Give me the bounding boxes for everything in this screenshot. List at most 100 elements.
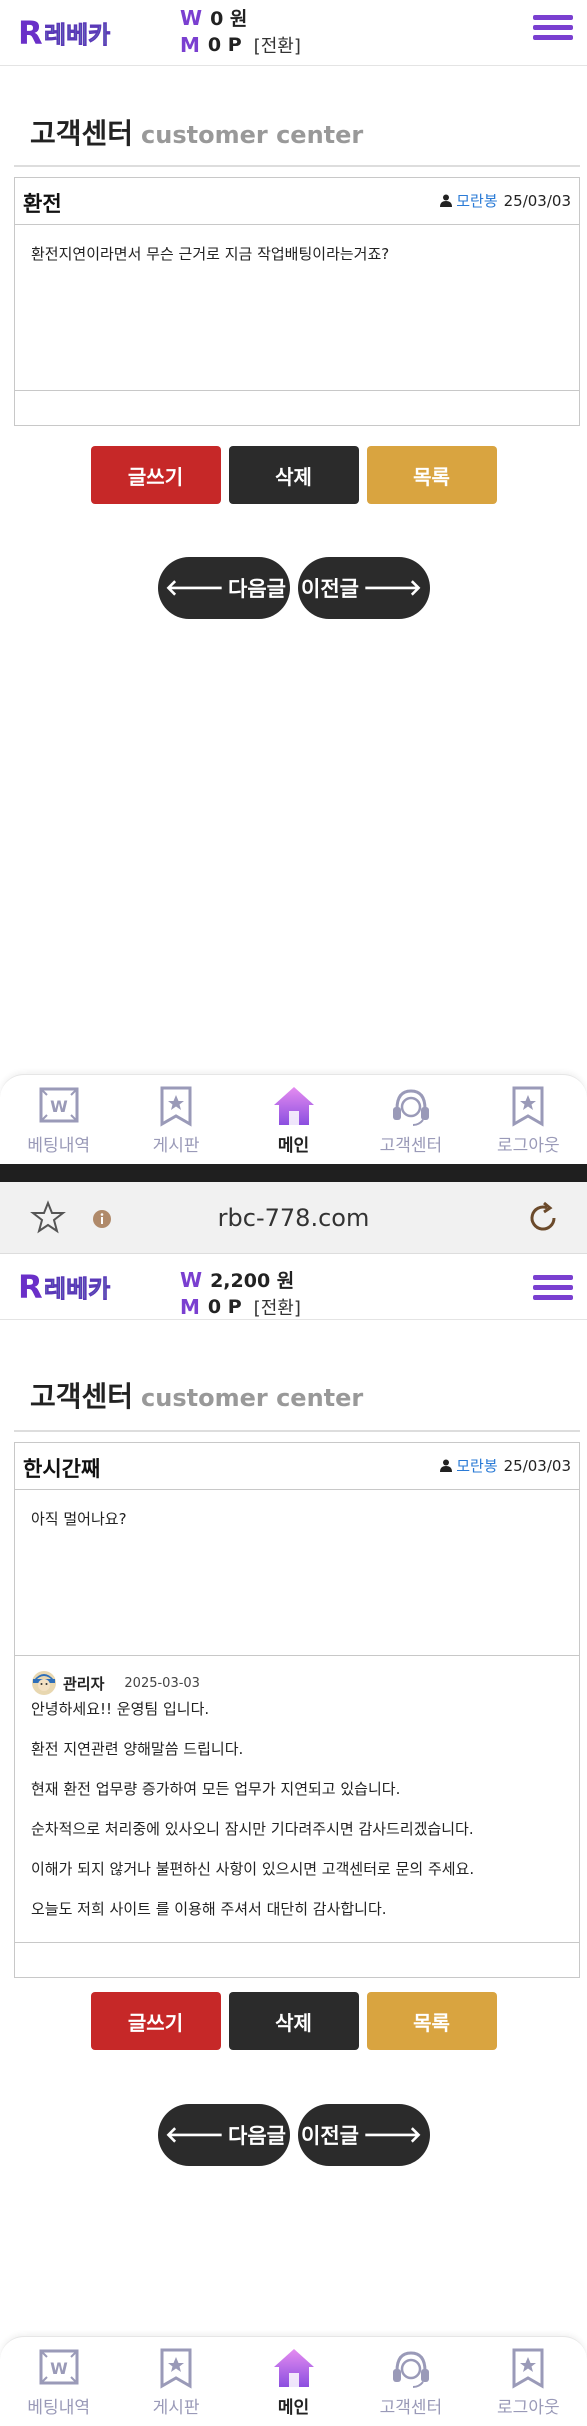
hamburger-menu-icon[interactable] (533, 1270, 573, 1310)
w-balance-row: W 2,200 원 (180, 1266, 294, 1293)
post-meta: 모란봉 25/03/03 (440, 1455, 571, 1476)
bottom-tab-bar: W 베팅내역 게시판 메인 고객센터 로그아웃 (0, 2336, 587, 2426)
site-logo[interactable]: R 레베카 (18, 1266, 148, 1308)
page-title-text: 고객센터 (30, 117, 134, 150)
second-header: R 레베카 W 2,200 원 M 0 P [전환] (0, 1254, 587, 1320)
tab-customer-center[interactable]: 고객센터 (352, 2337, 469, 2426)
w-currency-icon: W (180, 5, 203, 30)
tab-logout[interactable]: 로그아웃 (470, 1075, 587, 1164)
status-strip (0, 1164, 587, 1182)
arrow-right-icon: 🡒 (362, 2123, 422, 2148)
post-subject: 환전 (23, 192, 62, 216)
tab-board[interactable]: 게시판 (117, 2337, 234, 2426)
admin-avatar-icon (32, 1671, 56, 1695)
next-post-label: 다음글 (228, 2124, 286, 2148)
tab-label: 베팅내역 (27, 1136, 90, 1156)
hamburger-menu-icon[interactable] (533, 10, 573, 50)
url-text[interactable]: rbc-778.com (0, 1204, 587, 1232)
board-icon (160, 1086, 192, 1127)
tab-betting-history[interactable]: W 베팅내역 (0, 1075, 117, 1164)
reply-line: 순차적으로 처리중에 있사오니 잠시만 기다려주시면 감사드리겠습니다. (31, 1820, 474, 1838)
w-currency-icon: W (180, 1267, 203, 1292)
page-subtitle: customer center (141, 1384, 364, 1412)
headset-icon (392, 2351, 429, 2388)
post-subject: 한시간째 (23, 1457, 101, 1481)
m-balance-row: M 0 P [전환] (180, 32, 301, 58)
tab-label: 게시판 (152, 1136, 200, 1156)
write-button[interactable]: 글쓰기 (90, 446, 221, 504)
svg-text:R: R (18, 1268, 43, 1306)
m-balance-value: 0 P (207, 1296, 242, 1318)
tab-logout[interactable]: 로그아웃 (470, 2337, 587, 2426)
exchange-link[interactable]: [전환] (254, 1294, 301, 1320)
reply-line: 안녕하세요!! 운영팀 입니다. (31, 1700, 210, 1718)
list-button[interactable]: 목록 (366, 1992, 497, 2050)
tab-label: 게시판 (152, 2398, 200, 2418)
m-currency-icon: M (180, 1295, 200, 1319)
tab-label: 로그아웃 (497, 1136, 560, 1156)
browser-address-bar: rbc-778.com (0, 1182, 587, 1254)
bottom-tab-bar: W 베팅내역 게시판 메인 고객센터 로그아웃 (0, 1074, 587, 1164)
post-navigation: 🡐 다음글 이전글 🡒 (0, 557, 587, 619)
post-header: 한시간째 모란봉 25/03/03 (15, 1443, 579, 1490)
logout-icon (512, 2348, 544, 2389)
tab-label: 메인 (277, 2398, 310, 2418)
next-post-button[interactable]: 🡐 다음글 (157, 557, 290, 619)
action-buttons: 글쓰기 삭제 목록 (0, 1992, 587, 2050)
prev-post-button[interactable]: 이전글 🡒 (297, 557, 430, 619)
title-divider (14, 1430, 580, 1432)
tab-main[interactable]: 메인 (235, 1075, 352, 1164)
reply-header: 관리자 2025-03-03 (31, 1670, 563, 1696)
svg-text:W: W (50, 1097, 68, 1116)
betting-history-icon: W (39, 2349, 79, 2385)
post-date: 25/03/03 (503, 1456, 571, 1475)
post-body: 환전지연이라면서 무슨 근거로 지금 작업배팅이라는거죠? (15, 225, 579, 391)
admin-reply: 관리자 2025-03-03 안녕하세요!! 운영팀 입니다. 환전 지연관련 … (15, 1656, 579, 1943)
post-date: 25/03/03 (503, 191, 571, 210)
tab-customer-center[interactable]: 고객센터 (352, 1075, 469, 1164)
site-logo[interactable]: R 레베카 (18, 12, 148, 54)
board-icon (160, 2348, 192, 2389)
person-icon (440, 194, 453, 207)
post-author[interactable]: 모란봉 (456, 1455, 497, 1476)
write-button[interactable]: 글쓰기 (90, 1992, 221, 2050)
tab-label: 고객센터 (379, 2398, 443, 2418)
tab-label: 메인 (277, 1136, 310, 1156)
prev-post-button[interactable]: 이전글 🡒 (297, 2104, 430, 2166)
page-title-text: 고객센터 (30, 1380, 134, 1413)
tab-label: 로그아웃 (497, 2398, 560, 2418)
next-post-label: 다음글 (228, 577, 286, 601)
home-icon (273, 1087, 314, 1125)
tab-board[interactable]: 게시판 (117, 1075, 234, 1164)
w-balance-value: 2,200 원 (210, 1270, 295, 1292)
post-body: 아직 멀어나요? (15, 1490, 579, 1656)
prev-post-label: 이전글 (301, 577, 359, 601)
exchange-link[interactable]: [전환] (254, 32, 301, 58)
tab-betting-history[interactable]: W 베팅내역 (0, 2337, 117, 2426)
delete-button[interactable]: 삭제 (228, 446, 359, 504)
person-icon (440, 1459, 453, 1472)
reply-line: 현재 환전 업무량 증가하여 모든 업무가 지연되고 있습니다. (31, 1780, 401, 1798)
delete-button[interactable]: 삭제 (228, 1992, 359, 2050)
page-title: 고객센터 customer center (30, 112, 363, 152)
svg-text:W: W (50, 2359, 68, 2378)
m-balance-value: 0 P (207, 34, 242, 56)
post-author[interactable]: 모란봉 (456, 190, 497, 211)
list-button[interactable]: 목록 (366, 446, 497, 504)
tab-label: 베팅내역 (27, 2398, 90, 2418)
top-header: R 레베카 W 0 원 M 0 P [전환] (0, 0, 587, 66)
next-post-button[interactable]: 🡐 다음글 (157, 2104, 290, 2166)
svg-text:R: R (18, 14, 43, 52)
headset-icon (392, 1089, 429, 1126)
arrow-right-icon: 🡒 (362, 576, 422, 601)
post-footer (15, 1943, 579, 1977)
page-title: 고객센터 customer center (30, 1375, 363, 1415)
svg-text:레베카: 레베카 (44, 21, 110, 49)
tab-main[interactable]: 메인 (235, 2337, 352, 2426)
post-header: 환전 모란봉 25/03/03 (15, 178, 579, 225)
w-balance-row: W 0 원 (180, 4, 247, 31)
post-meta: 모란봉 25/03/03 (440, 190, 571, 211)
reload-icon[interactable] (525, 1200, 561, 1236)
arrow-left-icon: 🡐 (165, 2123, 225, 2148)
post-card: 환전 모란봉 25/03/03 환전지연이라면서 무슨 근거로 지금 작업배팅이… (14, 177, 580, 426)
